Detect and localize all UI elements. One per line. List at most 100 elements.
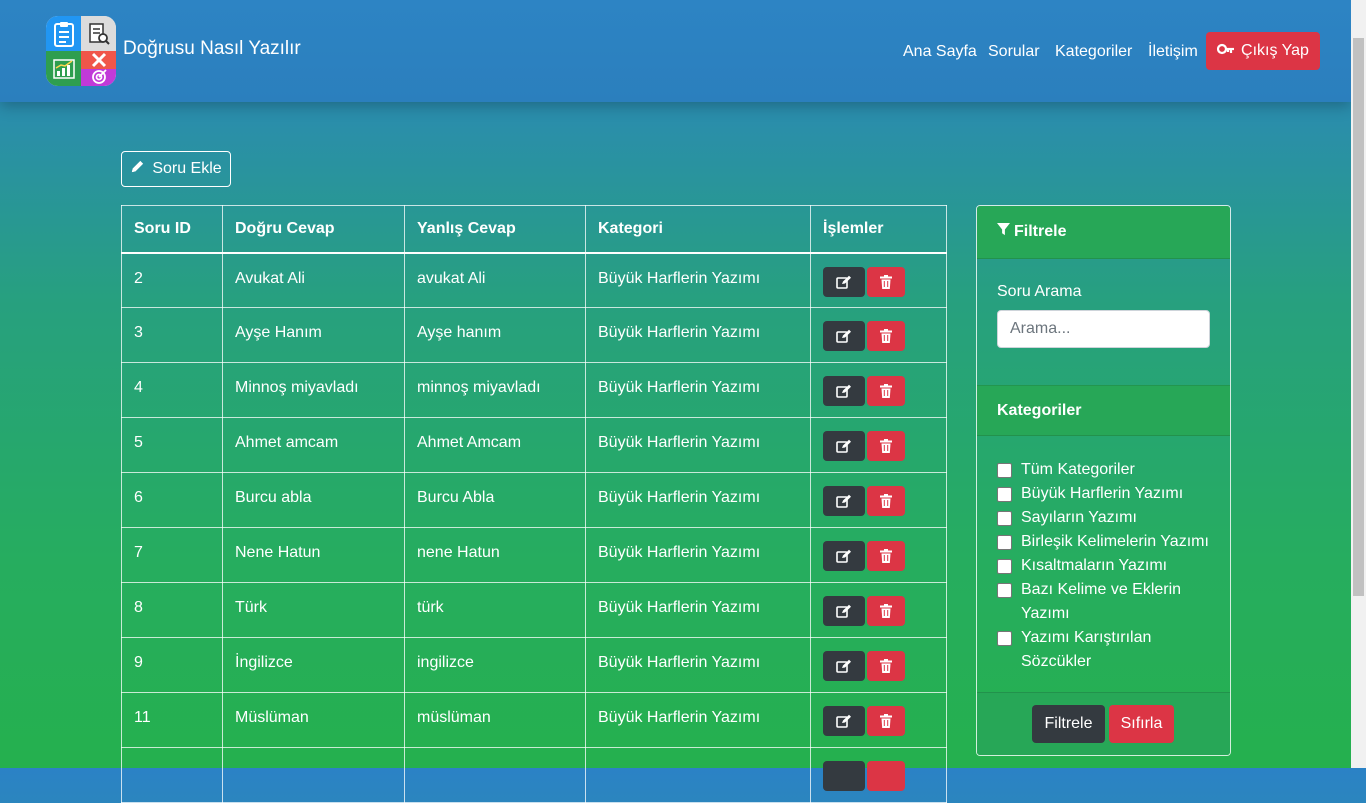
scrollbar-thumb[interactable] [1353,38,1364,596]
cell-wrong: türk [404,582,586,638]
apply-filter-button[interactable]: Filtrele [1032,705,1105,743]
edit-button[interactable] [823,596,865,626]
category-option[interactable]: Bazı Kelime ve Eklerin Yazımı [997,578,1217,626]
cell-category: Büyük Harflerin Yazımı [585,527,811,583]
delete-button[interactable] [867,431,905,461]
trash-icon [880,549,892,563]
checkbox[interactable] [997,559,1012,574]
delete-button[interactable] [867,486,905,516]
edit-icon [836,494,851,508]
chart-icon [46,51,81,86]
checkbox[interactable] [997,463,1012,478]
cell-correct: Avukat Ali [222,252,405,308]
edit-icon [836,604,851,618]
cell-actions [810,527,947,583]
edit-button[interactable] [823,706,865,736]
trash-icon [880,274,892,289]
delete-button[interactable] [867,706,905,736]
cell-category: Büyük Harflerin Yazımı [585,362,811,418]
category-option[interactable]: Birleşik Kelimelerin Yazımı [997,530,1217,554]
cell-actions [810,307,947,363]
cell-correct: Müslüman [222,692,405,748]
cell-correct: Ayşe Hanım [222,307,405,363]
category-label: Büyük Harflerin Yazımı [1021,485,1184,502]
trash-icon [880,329,892,343]
table-row: 9 İngilizce ingilizce Büyük Harflerin Yazım… [121,637,947,693]
table-row: 6 Burcu abla Burcu Abla Büyük Harflerin Yaz… [121,472,947,528]
category-option[interactable]: Yazımı Karıştırılan Sözcükler [997,626,1217,674]
delete-button[interactable] [867,596,905,626]
column-header-correct: Doğru Cevap [222,205,405,254]
cell-id: 3 [121,307,223,363]
cell-actions [810,252,947,308]
edit-button[interactable] [823,376,865,406]
edit-button[interactable] [823,761,865,791]
category-label: Tüm Kategoriler [1021,461,1135,478]
delete-button[interactable] [867,541,905,571]
logout-button[interactable]: Çıkış Yap [1206,32,1320,70]
funnel-icon [997,223,1010,241]
delete-button[interactable] [867,321,905,351]
cell-wrong: avukat Ali [404,252,586,308]
checkbox[interactable] [997,487,1012,502]
delete-button[interactable] [867,761,905,791]
trash-icon [880,494,892,508]
delete-button[interactable] [867,376,905,406]
checkbox[interactable] [997,583,1012,598]
checkbox[interactable] [997,631,1012,646]
category-option[interactable]: Sayıların Yazımı [997,506,1217,530]
cell-actions [810,472,947,528]
category-option[interactable]: Tüm Kategoriler [997,458,1217,482]
brand-name[interactable]: Doğrusu Nasıl Yazılır [123,38,301,60]
cell-correct: Nene Hatun [222,527,405,583]
search-input[interactable] [997,310,1210,348]
trash-icon [880,714,892,728]
cell-wrong: minnoş miyavladı [404,362,586,418]
cell-id: 5 [121,417,223,473]
add-question-button[interactable]: Soru Ekle [121,151,231,187]
app-logo[interactable] [46,16,118,88]
cell-wrong: müslüman [404,692,586,748]
edit-button[interactable] [823,651,865,681]
cell-correct: Türk [222,582,405,638]
delete-button[interactable] [867,266,905,297]
cell-id: 8 [121,582,223,638]
checkbox[interactable] [997,511,1012,526]
cell-category: Büyük Harflerin Yazımı [585,472,811,528]
cell-correct: Burcu abla [222,472,405,528]
edit-button[interactable] [823,266,865,297]
target-icon [81,68,116,86]
delete-button[interactable] [867,651,905,681]
cell-id: 11 [121,692,223,748]
category-label: Bazı Kelime ve Eklerin Yazımı [1021,581,1182,622]
nav-link-home[interactable]: Ana Sayfa [903,43,977,61]
reset-filter-button[interactable]: Sıfırla [1109,705,1174,743]
nav-link-contact[interactable]: İletişim [1148,43,1198,61]
cell-actions [810,362,947,418]
cell-id: 9 [121,637,223,693]
category-option[interactable]: Büyük Harflerin Yazımı [997,482,1217,506]
cell-wrong: Ahmet Amcam [404,417,586,473]
nav-link-questions[interactable]: Sorular [988,43,1040,61]
cell-correct: İngilizce [222,637,405,693]
cell-category: Büyük Harflerin Yazımı [585,637,811,693]
cell-id: 7 [121,527,223,583]
table-row: 7 Nene Hatun nene Hatun Büyük Harflerin Yaz… [121,527,947,583]
edit-button[interactable] [823,541,865,571]
table-header-row: Soru ID Doğru Cevap Yanlış Cevap Kategor… [121,205,947,254]
column-header-actions: İşlemler [810,205,947,254]
add-question-label: Soru Ekle [152,160,222,177]
cell-correct: Ahmet amcam [222,417,405,473]
nav-link-categories[interactable]: Kategoriler [1055,43,1132,61]
cell-actions [810,582,947,638]
table-row: 2 Avukat Ali avukat Ali Büyük Harflerin Yaz… [121,252,947,308]
checkbox[interactable] [997,535,1012,550]
cell-category: Büyük Harflerin Yazımı [585,692,811,748]
table-row-partial [121,747,947,803]
edit-button[interactable] [823,321,865,351]
category-option[interactable]: Kısaltmaların Yazımı [997,554,1217,578]
edit-icon [836,439,851,453]
edit-button[interactable] [823,486,865,516]
category-label: Yazımı Karıştırılan Sözcükler [1021,629,1152,670]
edit-button[interactable] [823,431,865,461]
